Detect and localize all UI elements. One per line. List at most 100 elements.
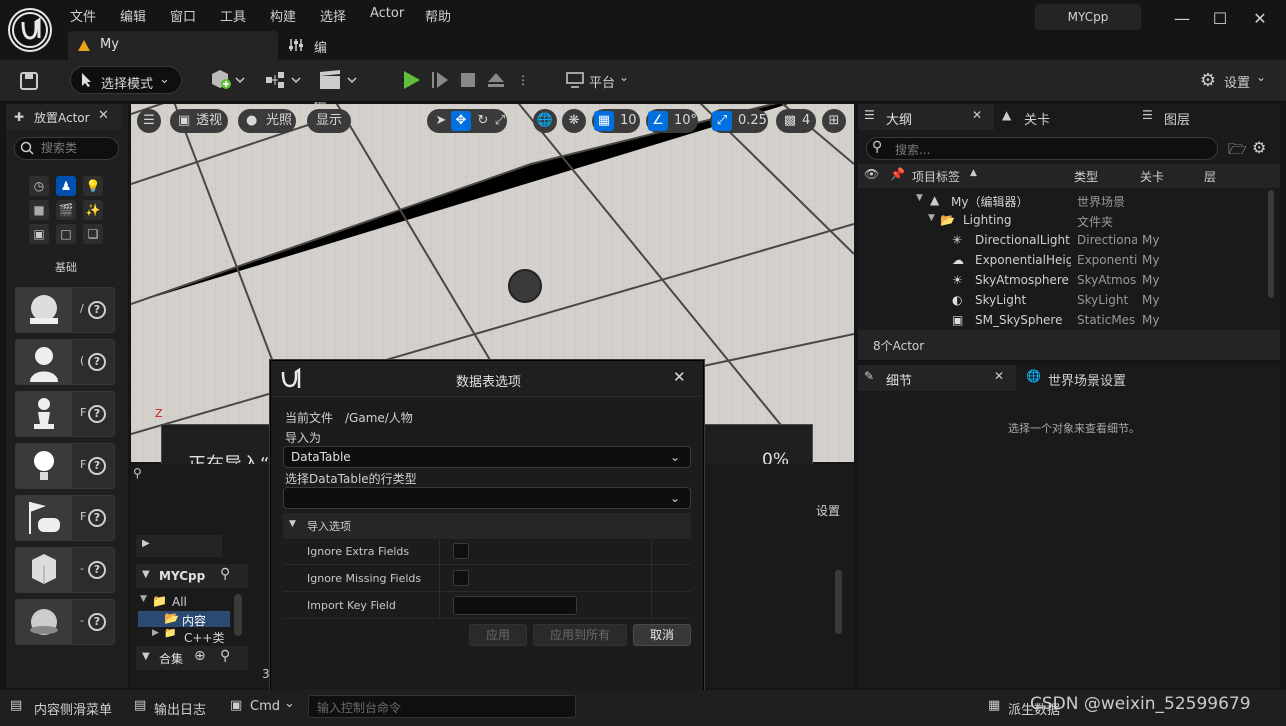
tree-content[interactable]: 📂 内容 (138, 611, 230, 628)
add-actor-button[interactable] (208, 68, 248, 92)
geometry-icon[interactable]: ▣ (29, 224, 49, 244)
maximize-icon[interactable]: ☐ (1203, 4, 1237, 32)
scale-snap-button[interactable]: ⤢ 0.25 (710, 109, 768, 133)
actor-card-empty-actor[interactable]: / ? (15, 287, 115, 333)
recent-icon[interactable]: ◷ (29, 176, 49, 196)
actor-card-character[interactable]: ( ? (15, 339, 115, 385)
world-space-icon[interactable]: 🌐 (533, 109, 557, 133)
outliner-row-world[interactable]: ▼ ▲ My（编辑器） 世界场景 (858, 190, 1268, 210)
tree-cpp[interactable]: ▶ 📁 C++类 (138, 628, 232, 645)
minimize-icon[interactable]: — (1165, 4, 1199, 32)
actor-card-sphere[interactable]: - ? (15, 599, 115, 645)
perspective-button[interactable]: ▣ 透视 (170, 109, 228, 133)
outliner-scrollbar[interactable] (1268, 190, 1274, 298)
select-mode-dropdown[interactable]: 选择模式 ⌄ (70, 66, 182, 94)
content-scrollbar[interactable] (835, 570, 842, 634)
tab-world-settings[interactable]: 🌐 世界场景设置 (1024, 365, 1184, 391)
tree-all[interactable]: ▼ 📁 All (138, 594, 232, 610)
content-browser-tab-icon[interactable]: ⚲ (133, 466, 157, 488)
basic-actors-icon[interactable]: ♟ (56, 176, 76, 196)
layout-icon[interactable]: ⊞ (822, 109, 846, 133)
step-icon[interactable] (428, 68, 452, 92)
surface-snap-icon[interactable]: ❋ (562, 109, 586, 133)
platforms-button[interactable]: 平台 ⌄ (563, 68, 635, 92)
actor-card-point-light[interactable]: F ? (15, 443, 115, 489)
close-icon[interactable]: ✕ (1243, 4, 1277, 32)
all-classes-icon[interactable]: ❏ (83, 224, 103, 244)
ignore-extra-fields-checkbox[interactable] (453, 543, 469, 559)
settings-button[interactable]: ⚙ 设置 ⌄ (1196, 68, 1276, 92)
help-icon[interactable]: ? (88, 301, 106, 319)
grid-snap-button[interactable]: ▦ 10 (592, 109, 640, 133)
actor-card-player-start[interactable]: F ? (15, 495, 115, 541)
close-tab-icon[interactable]: ✕ (994, 369, 1004, 383)
tab-details[interactable]: ✎ 细节 ✕ (858, 365, 1016, 391)
search-icon[interactable]: ⚲ (220, 648, 230, 664)
outliner-search-input[interactable]: ⚲ 搜索... (866, 137, 1218, 160)
actor-card-cube[interactable]: - ? (15, 547, 115, 593)
help-icon[interactable]: ? (88, 509, 106, 527)
tab-level-my[interactable]: My (68, 31, 278, 60)
camera-speed-button[interactable]: ▩ 4 (776, 109, 816, 133)
import-as-dropdown[interactable]: DataTable ⌄ (283, 446, 691, 468)
menu-select[interactable]: 选择 (320, 6, 346, 25)
sources-toggle[interactable]: ▶ (136, 535, 222, 557)
pin-icon[interactable]: 📌 (890, 167, 905, 181)
tree-scrollbar[interactable] (234, 594, 242, 636)
apply-all-button[interactable]: 应用到所有 (533, 624, 627, 646)
close-icon[interactable]: ✕ (673, 368, 686, 386)
visibility-eye-icon[interactable]: 👁 (864, 167, 879, 181)
outliner-row-skyatmosphere[interactable]: ☀ SkyAtmosphere SkyAtmos My (858, 270, 1268, 290)
outliner-row-sm-skysphere[interactable]: ▣ SM_SkySphere StaticMes My (858, 310, 1268, 330)
col-label[interactable]: 项目标签 (912, 168, 960, 185)
tab-outliner[interactable]: ☰ 大纲 ✕ (858, 104, 994, 130)
eject-icon[interactable] (484, 68, 508, 92)
collections-row[interactable]: ▼ 合集 ⊕ ⚲ (136, 646, 248, 670)
content-root-row[interactable]: ▼ MYCpp ⚲ (136, 564, 248, 588)
volumes-icon[interactable]: □ (56, 224, 76, 244)
menu-help[interactable]: 帮助 (425, 6, 451, 25)
viewport-menu-icon[interactable]: ☰ (137, 109, 161, 133)
gear-icon[interactable]: ⚙ (1252, 138, 1266, 157)
close-tab-icon[interactable]: ✕ (98, 108, 109, 123)
outliner-row-lighting[interactable]: ▼ 📂 Lighting 文件夹 (858, 210, 1268, 230)
lit-button[interactable]: ● 光照 (238, 109, 296, 133)
tab-levels[interactable]: ▲ 关卡 (1000, 104, 1110, 130)
content-drawer-button[interactable]: ▤ 内容侧滑菜单 (10, 698, 122, 718)
unreal-logo-icon[interactable] (8, 8, 52, 52)
scale-tool-icon[interactable]: ⤢ (493, 109, 507, 133)
help-icon[interactable]: ? (88, 353, 106, 371)
outliner-row-exponentialheightfog[interactable]: ☁ ExponentialHeigl Exponenti My (858, 250, 1268, 270)
cancel-button[interactable]: 取消 (633, 624, 691, 646)
menu-build[interactable]: 构建 (270, 6, 296, 25)
console-input[interactable]: 输入控制台命令 (308, 695, 576, 718)
menu-actor[interactable]: Actor (370, 6, 404, 24)
menu-tools[interactable]: 工具 (220, 6, 246, 25)
rotate-tool-icon[interactable]: ↻ (473, 109, 493, 133)
rotation-snap-button[interactable]: ∠ 10° (646, 109, 698, 133)
col-type[interactable]: 类型 (1074, 168, 1098, 185)
close-tab-icon[interactable]: ✕ (972, 108, 982, 122)
col-level[interactable]: 关卡 (1140, 168, 1164, 185)
cinematic-icon[interactable]: 🎬 (56, 200, 76, 220)
shapes-icon[interactable]: ■ (29, 200, 49, 220)
help-icon[interactable]: ? (88, 561, 106, 579)
cinematics-button[interactable] (318, 68, 360, 92)
search-icon[interactable]: ⚲ (220, 566, 230, 582)
content-settings-partial[interactable]: 设置 (816, 502, 840, 519)
outliner-row-skylight[interactable]: ◐ SkyLight SkyLight My (858, 290, 1268, 310)
move-tool-icon[interactable]: ✥ (451, 111, 471, 131)
outliner-row-directionallight[interactable]: ✳ DirectionalLight Directiona My (858, 230, 1268, 250)
ignore-missing-fields-checkbox[interactable] (453, 570, 469, 586)
menu-edit[interactable]: 编辑 (120, 6, 146, 25)
row-type-dropdown[interactable]: ⌄ (283, 487, 691, 509)
add-folder-icon[interactable]: 🗁 (1228, 139, 1247, 164)
apply-button[interactable]: 应用 (469, 624, 527, 646)
cmd-dropdown[interactable]: ▣ Cmd ⌄ (230, 696, 300, 718)
visual-effects-icon[interactable]: ✨ (83, 200, 103, 220)
import-options-section[interactable]: ▼ 导入选项 (283, 513, 691, 539)
lights-icon[interactable]: 💡 (83, 176, 103, 196)
save-icon[interactable] (16, 70, 42, 92)
blueprint-button[interactable] (264, 68, 304, 92)
help-icon[interactable]: ? (88, 457, 106, 475)
